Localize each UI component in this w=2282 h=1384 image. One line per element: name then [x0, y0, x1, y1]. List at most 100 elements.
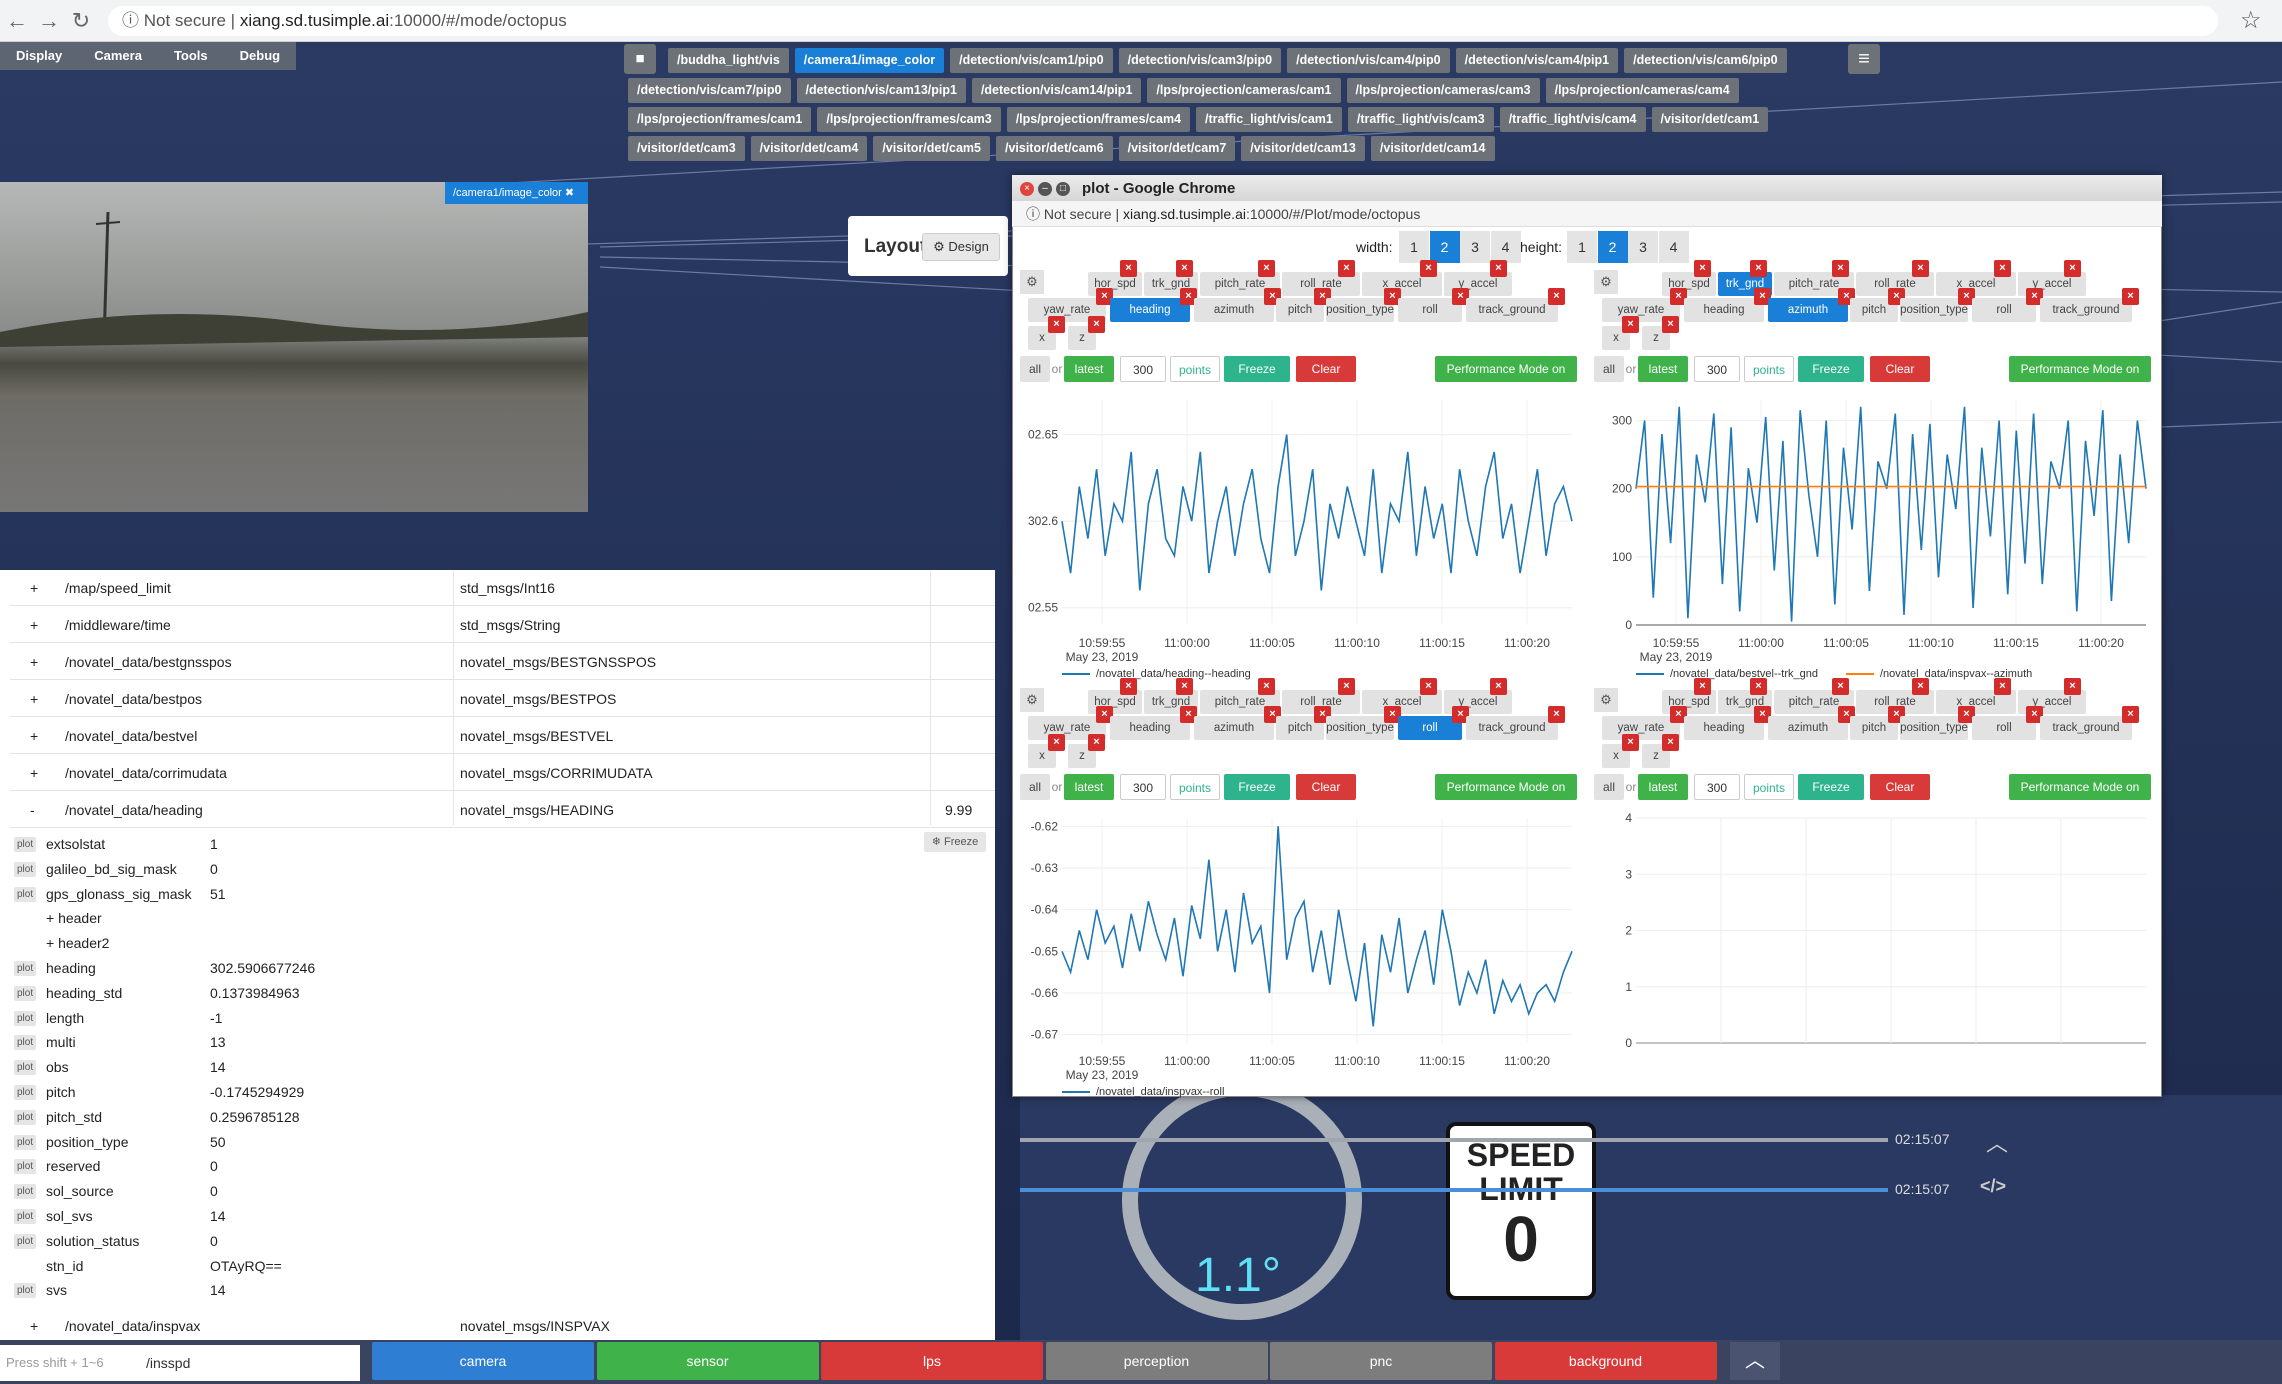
- plot-button[interactable]: plot: [14, 1233, 37, 1249]
- address-bar[interactable]: ⓘ Not secure | xiang.sd.tusimple.ai:1000…: [108, 6, 2218, 36]
- expand-toggle[interactable]: +: [30, 644, 38, 680]
- expand-toggle[interactable]: +: [30, 681, 38, 717]
- remove-icon[interactable]: ×: [1088, 316, 1105, 333]
- topic-button[interactable]: /visitor/det/cam3: [628, 136, 745, 161]
- mode-button-camera[interactable]: camera: [372, 1342, 594, 1380]
- perf-button[interactable]: Performance Mode on: [2009, 356, 2151, 382]
- width-option-2[interactable]: 2: [1429, 231, 1460, 263]
- remove-icon[interactable]: ×: [1548, 706, 1565, 723]
- remove-icon[interactable]: ×: [1548, 288, 1565, 305]
- topic-button[interactable]: /visitor/det/cam13: [1241, 136, 1365, 161]
- topic-button[interactable]: /lps/projection/cameras/cam4: [1545, 78, 1739, 103]
- remove-icon[interactable]: ×: [1994, 678, 2011, 695]
- clear-button[interactable]: Clear: [1296, 356, 1356, 382]
- topic-button[interactable]: /visitor/det/cam5: [873, 136, 990, 161]
- topic-button[interactable]: /buddha_light/vis: [668, 48, 789, 73]
- remove-icon[interactable]: ×: [2122, 288, 2139, 305]
- remove-icon[interactable]: ×: [1176, 260, 1193, 277]
- plot-button[interactable]: plot: [14, 1283, 37, 1299]
- plot-address-bar[interactable]: ⓘ Not secure | xiang.sd.tusimple.ai:1000…: [1012, 201, 2162, 227]
- perf-button[interactable]: Performance Mode on: [1435, 356, 1577, 382]
- field-toggle-track_ground[interactable]: track_ground: [1466, 298, 1558, 322]
- all-button[interactable]: all: [1594, 774, 1624, 800]
- field-toggle-heading[interactable]: heading: [1110, 298, 1190, 322]
- count-input[interactable]: 300: [1120, 356, 1166, 382]
- remove-icon[interactable]: ×: [1750, 678, 1767, 695]
- width-option-1[interactable]: 1: [1399, 231, 1429, 263]
- field-toggle-azimuth[interactable]: azimuth: [1768, 716, 1848, 740]
- plot-button[interactable]: plot: [14, 1184, 37, 1200]
- remove-icon[interactable]: ×: [2064, 260, 2081, 277]
- height-option-3[interactable]: 3: [1628, 231, 1658, 263]
- table-row[interactable]: + /novatel_data/bestvel novatel_msgs/BESTV…: [10, 718, 995, 754]
- topic-button[interactable]: /detection/vis/cam1/pip0: [950, 48, 1113, 73]
- expand-toggle[interactable]: +: [30, 755, 38, 791]
- menu-item-display[interactable]: Display: [0, 42, 78, 70]
- expand-toggle[interactable]: -: [30, 792, 35, 828]
- table-row[interactable]: + /novatel_data/corrimudata novatel_msgs/C…: [10, 755, 995, 791]
- remove-icon[interactable]: ×: [1338, 260, 1355, 277]
- remove-icon[interactable]: ×: [1420, 260, 1437, 277]
- table-row[interactable]: - /novatel_data/heading novatel_msgs/HEADI…: [10, 792, 995, 828]
- mode-button-pnc[interactable]: pnc: [1270, 1342, 1492, 1380]
- mode-button-background[interactable]: background: [1494, 1342, 1717, 1380]
- remove-icon[interactable]: ×: [1120, 260, 1137, 277]
- back-icon[interactable]: ←: [4, 8, 30, 34]
- topic-button[interactable]: /visitor/det/cam7: [1118, 136, 1236, 161]
- forward-icon[interactable]: →: [36, 8, 62, 34]
- remove-icon[interactable]: ×: [1622, 316, 1639, 333]
- maximize-icon[interactable]: □: [1056, 182, 1070, 196]
- menu-item-camera[interactable]: Camera: [78, 42, 158, 70]
- remove-icon[interactable]: ×: [1048, 734, 1065, 751]
- perf-button[interactable]: Performance Mode on: [1435, 774, 1577, 800]
- topic-button[interactable]: /visitor/det/cam1: [1651, 107, 1769, 132]
- plot-button[interactable]: plot: [14, 1209, 37, 1224]
- points-button[interactable]: points: [1170, 774, 1220, 800]
- all-button[interactable]: all: [1594, 356, 1624, 382]
- remove-icon[interactable]: ×: [1258, 678, 1275, 695]
- field-toggle-azimuth[interactable]: azimuth: [1194, 716, 1274, 740]
- all-button[interactable]: all: [1020, 774, 1050, 800]
- table-row[interactable]: + /novatel_data/inspvax novatel_msgs/INS…: [10, 1308, 995, 1344]
- width-option-4[interactable]: 4: [1490, 231, 1521, 263]
- count-input[interactable]: 300: [1120, 774, 1166, 800]
- remove-icon[interactable]: ×: [1912, 678, 1929, 695]
- field-toggle-track_ground[interactable]: track_ground: [2040, 298, 2132, 322]
- list-menu-icon[interactable]: ≡: [1848, 44, 1880, 74]
- mode-button-perception[interactable]: perception: [1045, 1342, 1268, 1380]
- remove-icon[interactable]: ×: [2064, 678, 2081, 695]
- menu-item-tools[interactable]: Tools: [158, 42, 224, 70]
- remove-icon[interactable]: ×: [1912, 260, 1929, 277]
- height-option-4[interactable]: 4: [1658, 231, 1689, 263]
- topic-button[interactable]: /lps/projection/frames/cam1: [628, 107, 812, 132]
- settings-gear-icon[interactable]: ⚙: [1020, 688, 1044, 712]
- all-button[interactable]: all: [1020, 356, 1050, 382]
- remove-icon[interactable]: ×: [1258, 260, 1275, 277]
- table-row[interactable]: + /map/speed_limit std_msgs/Int16: [10, 570, 995, 606]
- topic-button[interactable]: /detection/vis/cam4/pip0: [1287, 48, 1450, 73]
- freeze-button[interactable]: Freeze: [1798, 774, 1864, 800]
- camera-close-tag[interactable]: /camera1/image_color ✖: [445, 182, 588, 204]
- clear-button[interactable]: Clear: [1296, 774, 1356, 800]
- topic-button[interactable]: /detection/vis/cam4/pip1: [1455, 48, 1619, 73]
- plot-button[interactable]: plot: [14, 886, 37, 902]
- timeline-track-1[interactable]: [1020, 1138, 1888, 1142]
- remove-icon[interactable]: ×: [2122, 706, 2139, 723]
- mode-button-sensor[interactable]: sensor: [596, 1342, 819, 1380]
- points-button[interactable]: points: [1170, 356, 1220, 382]
- plot-button[interactable]: plot: [14, 1109, 37, 1125]
- close-icon[interactable]: ×: [1020, 182, 1034, 196]
- topic-button[interactable]: /lps/projection/frames/cam3: [817, 107, 1001, 132]
- reload-icon[interactable]: ↻: [68, 8, 94, 34]
- expand-toggle[interactable]: +: [30, 718, 38, 754]
- freeze-fields-button[interactable]: ❄ Freeze: [924, 832, 986, 852]
- plot-button[interactable]: plot: [14, 1134, 37, 1150]
- topic-button[interactable]: /lps/projection/frames/cam4: [1006, 107, 1191, 132]
- settings-gear-icon[interactable]: ⚙: [1020, 270, 1044, 294]
- plot-button[interactable]: plot: [14, 1159, 37, 1175]
- code-icon[interactable]: </>: [1980, 1176, 2006, 1197]
- topic-button[interactable]: /visitor/det/cam4: [750, 136, 868, 161]
- points-button[interactable]: points: [1744, 356, 1794, 382]
- design-button[interactable]: ⚙ Design: [922, 233, 1000, 261]
- remove-icon[interactable]: ×: [1490, 678, 1507, 695]
